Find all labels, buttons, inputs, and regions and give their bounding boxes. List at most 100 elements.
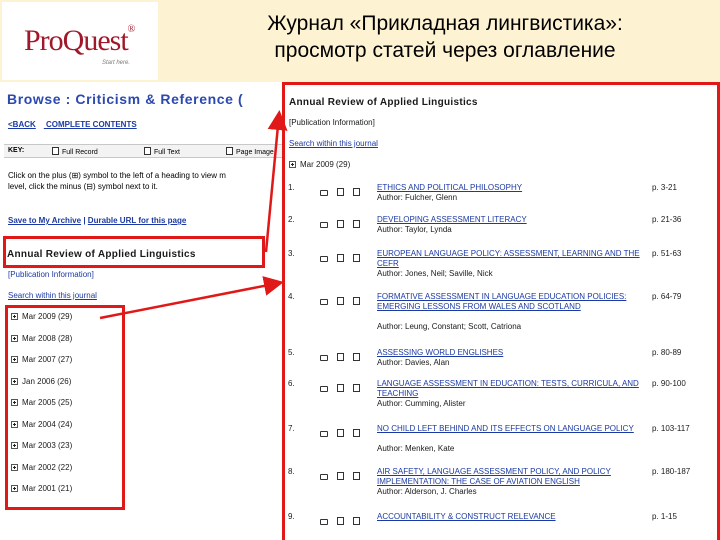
key-label: KEY: (8, 147, 25, 154)
page-image-icon[interactable] (353, 384, 360, 392)
article-author: Author: Alderson, J. Charles (377, 487, 477, 496)
back-link[interactable]: <BACK (8, 120, 36, 129)
article-number: 2. (288, 215, 295, 224)
full-text-icon[interactable] (337, 297, 344, 305)
article-author: Author: Menken, Kate (377, 444, 455, 453)
proquest-logo: ProQuest® Start here. (2, 2, 158, 80)
article-format-icons (320, 215, 369, 233)
article-author: Author: Jones, Neil; Saville, Nick (377, 269, 493, 278)
article-format-icons (320, 292, 369, 310)
icon-key-bar: KEY: Full Record Full Text Page Image (4, 144, 282, 158)
logo-reg-mark: ® (127, 24, 136, 35)
full-record-icon[interactable] (320, 256, 328, 262)
toc-issue-heading: Mar 2009 (29) (289, 160, 350, 169)
full-text-icon[interactable] (337, 188, 344, 196)
full-record-icon[interactable] (320, 431, 328, 437)
full-record-icon[interactable] (320, 519, 328, 525)
article-pages: p. 90-100 (652, 379, 686, 388)
article-format-icons (320, 512, 369, 530)
article-title-link[interactable]: Developing Assessment Literacy (377, 215, 647, 225)
article-title-link[interactable]: Assessing World Englishes (377, 348, 647, 358)
article-title-link[interactable]: Formative Assessment in Language Educati… (377, 292, 647, 312)
article-format-icons (320, 424, 369, 442)
article-pages: p. 21-36 (652, 215, 682, 224)
page-image-icon[interactable] (353, 188, 360, 196)
full-record-icon (52, 147, 59, 155)
logo-text: ProQuest (24, 24, 129, 57)
full-text-icon[interactable] (337, 384, 344, 392)
article-title-link[interactable]: Language Assessment in Education: Tests,… (377, 379, 647, 399)
article-number: 7. (288, 424, 295, 433)
page-image-icon[interactable] (353, 472, 360, 480)
article-format-icons (320, 379, 369, 397)
toc-publication-info-link[interactable]: [Publication Information] (289, 118, 375, 127)
article-pages: p. 3-21 (652, 183, 677, 192)
journal-highlight-box (3, 236, 265, 268)
browse-nav-links: <BACK COMPLETE CONTENTS (8, 120, 145, 129)
article-number: 8. (288, 467, 295, 476)
browse-heading: Browse : Criticism & Reference ( (7, 91, 244, 107)
slide-title-line-2: просмотр статей через оглавление (274, 39, 616, 62)
article-title-link[interactable]: Ethics and Political Philosophy (377, 183, 647, 193)
full-record-icon[interactable] (320, 299, 328, 305)
search-within-journal-link[interactable]: Search within this journal (8, 291, 97, 300)
article-title-link[interactable]: European Language Policy: Assessment, Le… (377, 249, 647, 269)
complete-contents-link[interactable]: COMPLETE CONTENTS (46, 120, 137, 129)
article-pages: p. 1-15 (652, 512, 677, 521)
issues-highlight-box (5, 305, 125, 510)
save-to-archive-link[interactable]: Save to My Archive (8, 216, 81, 225)
page-image-icon[interactable] (353, 297, 360, 305)
article-format-icons (320, 467, 369, 485)
full-record-icon[interactable] (320, 222, 328, 228)
archive-links: Save to My Archive | Durable URL for thi… (8, 216, 187, 225)
article-title-link[interactable]: Accountability & Construct Relevance (377, 512, 647, 522)
slide-header: ProQuest® Start here. Журнал «Прикладная… (0, 0, 720, 82)
page-image-icon (226, 147, 233, 155)
article-number: 1. (288, 183, 295, 192)
full-record-icon[interactable] (320, 386, 328, 392)
toc-search-within-journal-link[interactable]: Search within this journal (289, 139, 378, 148)
collapse-minus-icon[interactable] (289, 161, 296, 168)
durable-url-link[interactable]: Durable URL for this page (88, 216, 187, 225)
article-format-icons (320, 348, 369, 366)
page-image-icon[interactable] (353, 353, 360, 361)
full-record-icon[interactable] (320, 474, 328, 480)
slide-title: Журнал «Прикладная лингвистика»: просмот… (170, 10, 720, 64)
article-number: 9. (288, 512, 295, 521)
table-of-contents-panel: Annual Review of Applied Linguistics [Pu… (282, 82, 720, 540)
full-record-icon[interactable] (320, 190, 328, 196)
full-text-icon[interactable] (337, 353, 344, 361)
article-number: 5. (288, 348, 295, 357)
key-page-image: Page Image (226, 147, 274, 156)
key-full-text: Full Text (144, 147, 180, 156)
publication-info-link[interactable]: [Publication Information] (8, 270, 94, 279)
page-image-icon[interactable] (353, 429, 360, 437)
article-number: 3. (288, 249, 295, 258)
full-text-icon[interactable] (337, 254, 344, 262)
expand-instructions: Click on the plus (⊞) symbol to the left… (8, 171, 226, 191)
full-text-icon[interactable] (337, 517, 344, 525)
article-author: Author: Leung, Constant; Scott, Catriona (377, 322, 522, 331)
article-pages: p. 103-117 (652, 424, 690, 433)
full-text-icon[interactable] (337, 472, 344, 480)
full-text-icon (144, 147, 151, 155)
article-author: Author: Fulcher, Glenn (377, 193, 458, 202)
key-full-record: Full Record (52, 147, 98, 156)
article-title-link[interactable]: No Child Left Behind and Its Effects on … (377, 424, 647, 434)
full-record-icon[interactable] (320, 355, 328, 361)
page-image-icon[interactable] (353, 254, 360, 262)
article-title-link[interactable]: Air Safety, Language Assessment Policy, … (377, 467, 647, 487)
toc-journal-title: Annual Review of Applied Linguistics (289, 97, 478, 108)
article-author: Author: Taylor, Lynda (377, 225, 452, 234)
slide-title-line-1: Журнал «Прикладная лингвистика»: (267, 12, 623, 35)
full-text-icon[interactable] (337, 429, 344, 437)
article-number: 6. (288, 379, 295, 388)
page-image-icon[interactable] (353, 220, 360, 228)
article-pages: p. 64-79 (652, 292, 682, 301)
browse-panel: Browse : Criticism & Reference ( <BACK C… (0, 82, 282, 540)
article-format-icons (320, 183, 369, 201)
article-number: 4. (288, 292, 295, 301)
full-text-icon[interactable] (337, 220, 344, 228)
page-image-icon[interactable] (353, 517, 360, 525)
article-pages: p. 80-89 (652, 348, 682, 357)
